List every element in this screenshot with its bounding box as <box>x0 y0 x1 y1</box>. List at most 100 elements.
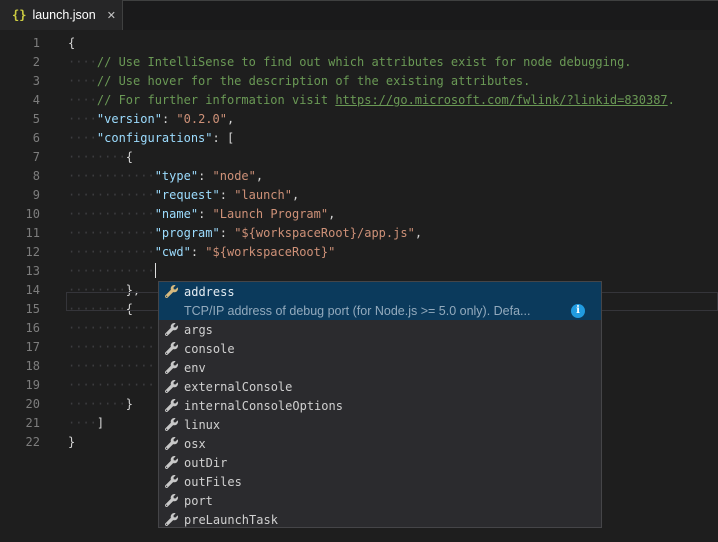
property-wrench-icon <box>163 322 179 338</box>
suggest-row-env[interactable]: env <box>159 358 601 377</box>
code-line-content[interactable]: { <box>40 34 718 53</box>
suggest-label: externalConsole <box>184 380 292 394</box>
suggest-item-selected: address TCP/IP address of debug port (for… <box>159 282 601 320</box>
code-line-content[interactable]: ····"version": "0.2.0", <box>40 110 718 129</box>
property-wrench-icon <box>163 493 179 509</box>
hyperlink[interactable]: https://go.microsoft.com/fwlink/?linkid=… <box>335 93 667 107</box>
code-token: } <box>126 397 133 411</box>
property-wrench-icon <box>163 436 179 452</box>
line-number[interactable]: 12 <box>0 243 40 262</box>
code-token: // For further information visit <box>97 93 335 107</box>
tab-launch-json[interactable]: {} launch.json ✕ <box>0 0 122 30</box>
line-number[interactable]: 5 <box>0 110 40 129</box>
line-number[interactable]: 4 <box>0 91 40 110</box>
suggest-row-osx[interactable]: osx <box>159 434 601 453</box>
code-line-content[interactable]: ············"type": "node", <box>40 167 718 186</box>
suggest-row-args[interactable]: args <box>159 320 601 339</box>
code-line-content[interactable]: ····// Use hover for the description of … <box>40 72 718 91</box>
line-number[interactable]: 19 <box>0 376 40 395</box>
code-token: , <box>256 169 263 183</box>
property-wrench-icon <box>163 284 179 300</box>
suggest-row-console[interactable]: console <box>159 339 601 358</box>
suggest-row-outFiles[interactable]: outFiles <box>159 472 601 491</box>
code-line[interactable]: 6····"configurations": [ <box>0 129 718 148</box>
code-line-content[interactable]: ············"request": "launch", <box>40 186 718 205</box>
code-line-content[interactable]: ············ <box>40 262 718 281</box>
line-number[interactable]: 21 <box>0 414 40 433</box>
line-number[interactable]: 8 <box>0 167 40 186</box>
code-line[interactable]: 4····// For further information visit ht… <box>0 91 718 110</box>
code-token: ···· <box>68 131 97 145</box>
code-token: "0.2.0" <box>176 112 227 126</box>
code-line[interactable]: 2····// Use IntelliSense to find out whi… <box>0 53 718 72</box>
code-token: ············ <box>68 378 155 392</box>
code-line-content[interactable]: ····// Use IntelliSense to find out whic… <box>40 53 718 72</box>
property-wrench-icon <box>165 475 178 488</box>
line-number[interactable]: 11 <box>0 224 40 243</box>
suggest-row-address[interactable]: address <box>159 282 601 301</box>
code-token: , <box>328 207 335 221</box>
suggest-label: preLaunchTask <box>184 513 278 527</box>
line-number[interactable]: 14 <box>0 281 40 300</box>
code-line[interactable]: 3····// Use hover for the description of… <box>0 72 718 91</box>
code-line[interactable]: 1{ <box>0 34 718 53</box>
suggest-item: env <box>159 358 601 377</box>
code-line[interactable]: 7········{ <box>0 148 718 167</box>
property-wrench-icon <box>163 455 179 471</box>
code-line[interactable]: 13············ <box>0 262 718 281</box>
line-number[interactable]: 2 <box>0 53 40 72</box>
line-number[interactable]: 10 <box>0 205 40 224</box>
suggest-description: TCP/IP address of debug port (for Node.j… <box>184 304 530 318</box>
suggest-row-port[interactable]: port <box>159 491 601 510</box>
code-line[interactable]: 12············"cwd": "${workspaceRoot}" <box>0 243 718 262</box>
code-line-content[interactable]: ············"cwd": "${workspaceRoot}" <box>40 243 718 262</box>
code-token: : <box>191 245 205 259</box>
line-number[interactable]: 22 <box>0 433 40 452</box>
code-line[interactable]: 10············"name": "Launch Program", <box>0 205 718 224</box>
line-number[interactable]: 17 <box>0 338 40 357</box>
suggest-item: internalConsoleOptions <box>159 396 601 415</box>
line-number[interactable]: 3 <box>0 72 40 91</box>
line-number[interactable]: 20 <box>0 395 40 414</box>
suggest-row-internalConsoleOptions[interactable]: internalConsoleOptions <box>159 396 601 415</box>
code-token: { <box>68 36 75 50</box>
info-icon[interactable]: i <box>571 304 585 318</box>
code-token: : [ <box>213 131 235 145</box>
line-number[interactable]: 15 <box>0 300 40 319</box>
property-wrench-icon <box>165 285 178 298</box>
code-line-content[interactable]: ····"configurations": [ <box>40 129 718 148</box>
code-line[interactable]: 8············"type": "node", <box>0 167 718 186</box>
line-number[interactable]: 18 <box>0 357 40 376</box>
line-number[interactable]: 9 <box>0 186 40 205</box>
code-token: , <box>415 226 422 240</box>
line-number[interactable]: 6 <box>0 129 40 148</box>
code-token: ···· <box>68 74 97 88</box>
close-icon[interactable]: ✕ <box>105 8 118 23</box>
suggest-row-outDir[interactable]: outDir <box>159 453 601 472</box>
suggest-row-linux[interactable]: linux <box>159 415 601 434</box>
code-line[interactable]: 9············"request": "launch", <box>0 186 718 205</box>
line-number[interactable]: 13 <box>0 262 40 281</box>
property-wrench-icon <box>165 399 178 412</box>
code-token: ············ <box>68 359 155 373</box>
code-line-content[interactable]: ············"program": "${workspaceRoot}… <box>40 224 718 243</box>
line-number[interactable]: 1 <box>0 34 40 53</box>
code-line[interactable]: 5····"version": "0.2.0", <box>0 110 718 129</box>
code-line-content[interactable]: ········{ <box>40 148 718 167</box>
suggest-row-preLaunchTask[interactable]: preLaunchTask <box>159 510 601 528</box>
line-number[interactable]: 7 <box>0 148 40 167</box>
property-wrench-icon <box>165 494 178 507</box>
code-token: "name" <box>155 207 198 221</box>
code-token: ············ <box>68 207 155 221</box>
suggest-item: args <box>159 320 601 339</box>
code-token: ···· <box>68 416 97 430</box>
suggest-item: console <box>159 339 601 358</box>
code-line-content[interactable]: ····// For further information visit htt… <box>40 91 718 110</box>
property-wrench-icon <box>165 418 178 431</box>
code-line-content[interactable]: ············"name": "Launch Program", <box>40 205 718 224</box>
code-line[interactable]: 11············"program": "${workspaceRoo… <box>0 224 718 243</box>
code-token: ···· <box>68 55 97 69</box>
line-number[interactable]: 16 <box>0 319 40 338</box>
code-token: "cwd" <box>155 245 191 259</box>
suggest-row-externalConsole[interactable]: externalConsole <box>159 377 601 396</box>
